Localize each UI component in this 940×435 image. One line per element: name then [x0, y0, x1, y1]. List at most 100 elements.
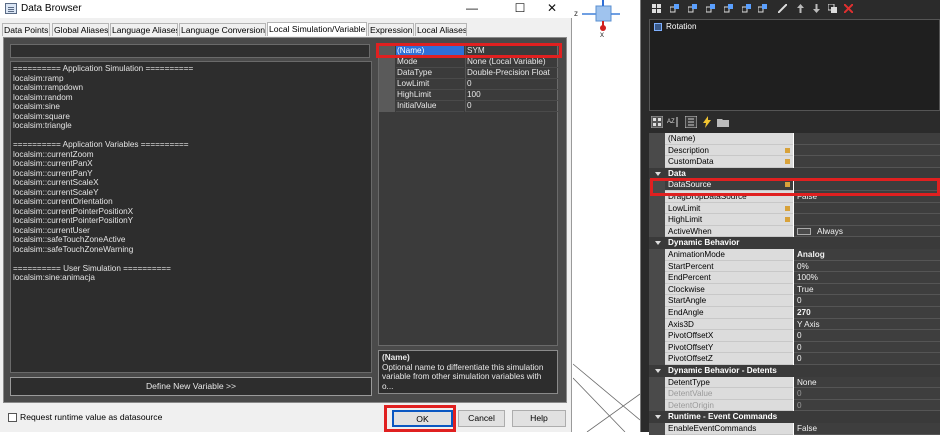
tab-local-simulation-variables[interactable]: Local Simulation/Variables	[267, 22, 367, 36]
add-animation-icon[interactable]	[688, 4, 697, 13]
add-animation-icon[interactable]	[758, 4, 767, 13]
list-item[interactable]: localsim::currentPointerPositionY	[13, 216, 369, 226]
property-value[interactable]: 100	[465, 90, 558, 101]
property-value[interactable]: 0	[794, 295, 940, 307]
move-up-icon[interactable]	[796, 4, 805, 13]
list-item[interactable]: localsim::currentPanX	[13, 159, 369, 169]
property-value[interactable]: 0	[794, 330, 940, 342]
property-row[interactable]: DetentType None	[649, 376, 940, 389]
property-row[interactable]: PivotOffsetZ 0	[649, 353, 940, 365]
category-header[interactable]: Dynamic Behavior	[649, 237, 940, 249]
list-item[interactable]: localsim::currentPointerPositionX	[13, 207, 369, 217]
events-lightning-icon[interactable]	[701, 116, 713, 128]
property-row[interactable]: CustomData	[649, 156, 940, 168]
property-value[interactable]: 100%	[794, 272, 940, 284]
list-item[interactable]: localsim:rampdown	[13, 83, 369, 93]
property-value[interactable]: 0	[794, 399, 940, 412]
binding-marker-icon[interactable]	[785, 182, 790, 188]
delete-icon[interactable]	[844, 4, 853, 13]
list-item[interactable]: localsim::currentOrientation	[13, 197, 369, 207]
binding-marker-icon[interactable]	[785, 159, 790, 165]
property-row[interactable]: Clockwise True	[649, 283, 940, 296]
property-row[interactable]: DragDropDataSource False	[649, 191, 940, 203]
define-new-variable-button[interactable]: Define New Variable >>	[10, 377, 372, 396]
chevron-down-icon[interactable]	[655, 171, 661, 176]
copy-icon[interactable]	[828, 4, 837, 13]
list-item[interactable]: localsim::safeTouchZoneActive	[13, 235, 369, 245]
categorized-view-icon[interactable]	[651, 116, 663, 128]
tab-language-conversions[interactable]: Language Conversions	[179, 23, 266, 36]
tab-local-aliases[interactable]: Local Aliases	[415, 23, 467, 36]
tab-global-aliases[interactable]: Global Aliases	[52, 23, 109, 36]
variable-list[interactable]: ========== Application Simulation ======…	[10, 61, 372, 373]
brush-icon[interactable]	[778, 4, 787, 13]
category-header[interactable]: Runtime - Event Commands	[649, 411, 940, 423]
add-animation-icon[interactable]	[742, 4, 751, 13]
minimize-button[interactable]: —	[452, 0, 492, 18]
property-row[interactable]: DetentValue 0	[649, 388, 940, 400]
cancel-button[interactable]: Cancel	[458, 410, 505, 427]
property-value[interactable]: Double-Precision Float	[465, 68, 558, 79]
property-value[interactable]: None	[794, 376, 940, 389]
list-item[interactable]: localsim::currentScaleX	[13, 178, 369, 188]
tab-data-points[interactable]: Data Points	[2, 23, 50, 36]
add-animation-icon[interactable]	[706, 4, 715, 13]
property-row[interactable]: DataSource	[649, 179, 940, 191]
property-row[interactable]: StartPercent 0%	[649, 260, 940, 273]
property-value[interactable]: 0	[465, 101, 558, 112]
chevron-down-icon[interactable]	[655, 369, 661, 373]
property-row[interactable]: PivotOffsetX 0	[649, 330, 940, 342]
property-value[interactable]	[794, 214, 940, 226]
property-value[interactable]	[794, 179, 940, 191]
chevron-down-icon[interactable]	[655, 415, 661, 420]
property-row-highlimit[interactable]: HighLimit 100	[379, 90, 559, 101]
binding-marker-icon[interactable]	[785, 217, 790, 223]
property-row-lowlimit[interactable]: LowLimit 0	[379, 79, 559, 90]
list-item[interactable]: localsim:ramp	[13, 74, 369, 84]
property-value[interactable]: Analog	[794, 249, 940, 261]
binding-marker-icon[interactable]	[785, 205, 790, 211]
property-row[interactable]: PivotOffsetY 0	[649, 341, 940, 354]
property-row[interactable]: Description	[649, 144, 940, 157]
category-header[interactable]: Data	[649, 167, 940, 180]
list-item[interactable]: localsim::currentUser	[13, 226, 369, 236]
property-row[interactable]: EndAngle 270	[649, 307, 940, 319]
property-row[interactable]: EndPercent 100%	[649, 272, 940, 284]
property-row-mode[interactable]: Mode None (Local Variable)	[379, 57, 559, 68]
property-value[interactable]: 0	[794, 353, 940, 365]
property-value[interactable]: False	[794, 191, 940, 203]
grid-icon[interactable]	[652, 4, 661, 13]
list-item[interactable]: localsim:sine:animacja	[13, 273, 369, 283]
binding-marker-icon[interactable]	[785, 147, 790, 153]
animation-item-rotation[interactable]: Rotation	[654, 21, 804, 33]
property-row[interactable]: HighLimit	[649, 214, 940, 226]
category-header[interactable]: Dynamic Behavior - Detents	[649, 365, 940, 377]
list-item[interactable]: localsim::safeTouchZoneWarning	[13, 245, 369, 255]
list-item[interactable]: localsim:square	[13, 112, 369, 122]
list-item[interactable]: localsim::currentZoom	[13, 150, 369, 160]
property-value[interactable]	[794, 133, 940, 145]
property-row-name[interactable]: (Name) SYM	[379, 46, 559, 57]
move-down-icon[interactable]	[812, 4, 821, 13]
property-row[interactable]: (Name)	[649, 133, 940, 145]
property-value[interactable]: 0%	[794, 260, 940, 273]
ok-button[interactable]: OK	[392, 410, 453, 427]
property-row[interactable]: StartAngle 0	[649, 295, 940, 307]
add-animation-icon[interactable]	[724, 4, 733, 13]
close-button[interactable]: ✕	[532, 0, 572, 18]
help-button[interactable]: Help	[512, 410, 566, 427]
chevron-down-icon[interactable]	[655, 241, 661, 246]
property-row[interactable]: AnimationMode Analog	[649, 249, 940, 261]
property-value[interactable]: Always	[794, 225, 940, 238]
property-value[interactable]: 270	[794, 307, 940, 319]
list-item[interactable]: localsim:random	[13, 93, 369, 103]
list-item[interactable]: localsim:triangle	[13, 121, 369, 131]
axis-gizmo-icon[interactable]: z x	[574, 0, 634, 40]
variable-filter-input[interactable]	[10, 44, 370, 58]
property-value[interactable]: SYM	[465, 46, 558, 57]
property-row-datatype[interactable]: DataType Double-Precision Float	[379, 68, 559, 79]
property-value[interactable]: True	[794, 283, 940, 296]
property-value[interactable]: 0	[794, 388, 940, 400]
property-value[interactable]	[794, 202, 940, 215]
property-value[interactable]: None (Local Variable)	[465, 57, 558, 68]
